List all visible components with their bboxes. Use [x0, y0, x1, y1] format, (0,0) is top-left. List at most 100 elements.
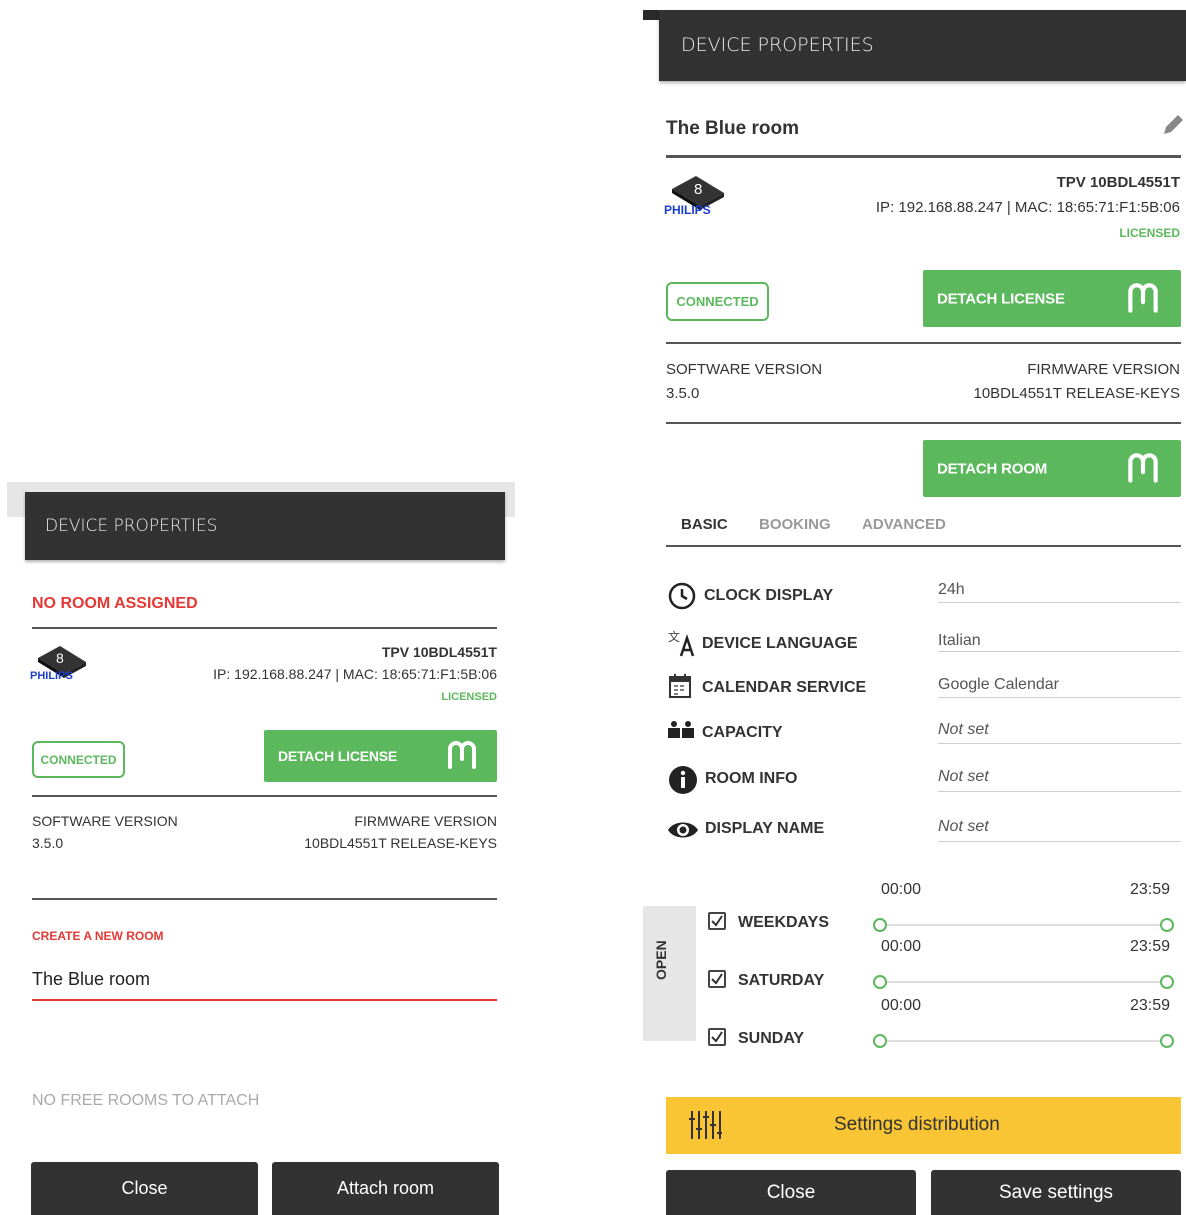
device-model: TPV 10BDL4551T: [381, 644, 497, 660]
saturday-checkbox[interactable]: [708, 970, 726, 988]
sunday-checkbox[interactable]: [708, 1028, 726, 1046]
firmware-version-value: 10BDL4551T RELEASE-KEYS: [973, 385, 1180, 402]
close-button[interactable]: Close: [31, 1162, 258, 1215]
sunday-label: SUNDAY: [738, 1030, 805, 1047]
device-logo: 8 PHILIPS: [664, 172, 734, 220]
info-icon: [669, 766, 697, 794]
property-value[interactable]: Not set: [938, 818, 989, 836]
property-value[interactable]: Italian: [938, 632, 981, 650]
open-side-tab: OPEN: [643, 906, 696, 1041]
property-underline: [938, 651, 1181, 652]
property-underline: [938, 743, 1181, 744]
right-header: DEVICE PROPERTIES: [659, 10, 1186, 81]
license-status: LICENSED: [1119, 226, 1180, 240]
sunday-end-handle[interactable]: [1160, 1034, 1174, 1048]
saturday-start-time: 00:00: [881, 938, 922, 955]
firmware-version-value: 10BDL4551T RELEASE-KEYS: [304, 835, 497, 851]
firmware-version-label: FIRMWARE VERSION: [354, 813, 497, 829]
room-status: NO ROOM ASSIGNED: [32, 595, 198, 612]
detach-room-button[interactable]: DETACH ROOM: [923, 440, 1181, 497]
header-title: DEVICE PROPERTIES: [681, 34, 874, 56]
divider: [32, 898, 497, 900]
weekdays-end-handle[interactable]: [1160, 918, 1174, 932]
no-free-rooms: NO FREE ROOMS TO ATTACH: [32, 1092, 260, 1109]
sunday-start-time: 00:00: [881, 997, 922, 1014]
save-settings-button[interactable]: Save settings: [931, 1170, 1181, 1215]
device-network: IP: 192.168.88.247 | MAC: 18:65:71:F1:5B…: [875, 199, 1180, 216]
sunday-end-time: 23:59: [1129, 997, 1170, 1014]
create-room-underline: [32, 999, 497, 1001]
edit-icon[interactable]: [1160, 112, 1186, 138]
calendar-icon: [669, 674, 691, 698]
os-badge: 8: [694, 181, 703, 198]
divider: [32, 795, 497, 797]
tab-booking[interactable]: BOOKING: [759, 516, 831, 533]
weekdays-start-handle[interactable]: [873, 918, 887, 932]
property-label: DEVICE LANGUAGE: [702, 635, 858, 652]
tab-basic[interactable]: BASIC: [681, 516, 728, 533]
detach-license-label: DETACH LICENSE: [937, 290, 1065, 307]
saturday-label: SATURDAY: [738, 972, 825, 989]
divider: [32, 627, 497, 629]
detach-icon: [1128, 452, 1158, 483]
tab-advanced[interactable]: ADVANCED: [862, 516, 946, 533]
property-label: CLOCK DISPLAY: [704, 587, 834, 604]
license-status: LICENSED: [441, 691, 497, 703]
weekdays-checkbox[interactable]: [708, 912, 726, 930]
weekdays-start-time: 00:00: [881, 881, 922, 898]
divider: [666, 155, 1181, 158]
detach-license-button[interactable]: DETACH LICENSE: [923, 270, 1181, 327]
saturday-start-handle[interactable]: [873, 975, 887, 989]
weekdays-slider-track: [880, 924, 1170, 926]
property-value[interactable]: 24h: [938, 581, 965, 599]
brand-logo: PHILIPS: [30, 670, 73, 682]
settings-distribution-button[interactable]: Settings distribution: [666, 1097, 1181, 1154]
weekdays-label: WEEKDAYS: [738, 914, 829, 931]
divider: [666, 342, 1181, 344]
detach-icon: [448, 741, 476, 769]
sunday-slider-track: [880, 1040, 1170, 1042]
svg-text:文: 文: [668, 629, 680, 644]
device-network: IP: 192.168.88.247 | MAC: 18:65:71:F1:5B…: [213, 666, 497, 682]
brand-logo: PHILIPS: [664, 203, 711, 217]
translate-icon: 文: [668, 629, 695, 657]
header-title: DEVICE PROPERTIES: [45, 516, 218, 536]
software-version-value: 3.5.0: [666, 385, 700, 402]
os-badge: 8: [56, 650, 64, 666]
software-version-label: SOFTWARE VERSION: [666, 361, 823, 378]
saturday-end-handle[interactable]: [1160, 975, 1174, 989]
software-version-label: SOFTWARE VERSION: [32, 813, 178, 829]
detach-license-button[interactable]: DETACH LICENSE: [264, 730, 497, 782]
firmware-version-label: FIRMWARE VERSION: [1027, 361, 1180, 378]
sunday-start-handle[interactable]: [873, 1034, 887, 1048]
property-underline: [938, 697, 1181, 698]
property-underline: [938, 841, 1181, 842]
device-logo: 8 PHILIPS: [30, 642, 94, 686]
property-value[interactable]: Not set: [938, 768, 989, 786]
tabs-divider: [666, 545, 1181, 547]
device-model: TPV 10BDL4551T: [1056, 174, 1180, 191]
eye-icon: [668, 822, 698, 838]
software-version-value: 3.5.0: [32, 835, 64, 851]
connection-badge: CONNECTED: [32, 741, 125, 778]
saturday-slider-track: [880, 981, 1170, 983]
property-label: CAPACITY: [702, 724, 783, 741]
left-header: DEVICE PROPERTIES: [25, 492, 505, 560]
attach-room-button[interactable]: Attach room: [272, 1162, 499, 1215]
detach-room-label: DETACH ROOM: [937, 460, 1048, 477]
open-label: OPEN: [653, 940, 669, 980]
divider: [666, 422, 1181, 424]
connection-badge: CONNECTED: [666, 282, 769, 321]
create-room-label: CREATE A NEW ROOM: [32, 929, 164, 943]
property-value[interactable]: Google Calendar: [938, 676, 1059, 694]
clock-icon: [668, 582, 696, 610]
property-label: DISPLAY NAME: [705, 820, 825, 837]
detach-license-label: DETACH LICENSE: [278, 748, 398, 764]
close-button[interactable]: Close: [666, 1170, 916, 1215]
property-value[interactable]: Not set: [938, 721, 989, 739]
weekdays-end-time: 23:59: [1129, 881, 1170, 898]
property-label: CALENDAR SERVICE: [702, 679, 867, 696]
create-room-input[interactable]: The Blue room: [32, 969, 150, 990]
room-name: The Blue room: [666, 118, 800, 139]
property-underline: [938, 602, 1181, 603]
